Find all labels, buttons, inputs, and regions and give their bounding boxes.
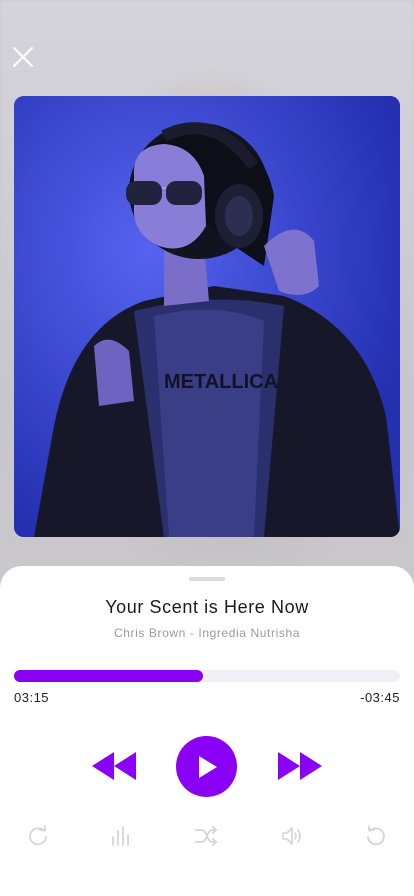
svg-text:METALLICA: METALLICA (164, 371, 278, 393)
volume-icon (282, 827, 301, 845)
shuffle-button[interactable] (193, 823, 219, 849)
player-sheet: Your Scent is Here Now Chris Brown - Ing… (0, 566, 414, 896)
fast-forward-button[interactable] (274, 749, 326, 783)
artist-line: Chris Brown - Ingredia Nutrisha (114, 626, 300, 640)
play-button[interactable] (176, 736, 237, 797)
volume-button[interactable] (279, 823, 305, 849)
shuffle-icon (195, 826, 218, 846)
progress-bar[interactable] (14, 670, 400, 682)
replay-button[interactable] (363, 823, 389, 849)
progress-fill (14, 670, 204, 682)
equalizer-button[interactable] (107, 823, 133, 849)
play-icon (198, 755, 217, 778)
rewind-button[interactable] (88, 749, 140, 783)
remaining-time: -03:45 (360, 690, 400, 705)
drag-handle[interactable] (189, 577, 225, 581)
repeat-button[interactable] (25, 823, 51, 849)
track-title: Your Scent is Here Now (105, 597, 309, 617)
repeat-icon (29, 825, 47, 846)
equalizer-icon (112, 826, 129, 846)
fast-forward-icon (278, 752, 322, 780)
close-button[interactable] (9, 43, 37, 71)
elapsed-time: 03:15 (14, 690, 50, 705)
replay-icon (367, 825, 385, 846)
rewind-icon (92, 752, 136, 780)
close-icon (13, 47, 33, 67)
album-artwork: METALLICA (14, 96, 400, 537)
